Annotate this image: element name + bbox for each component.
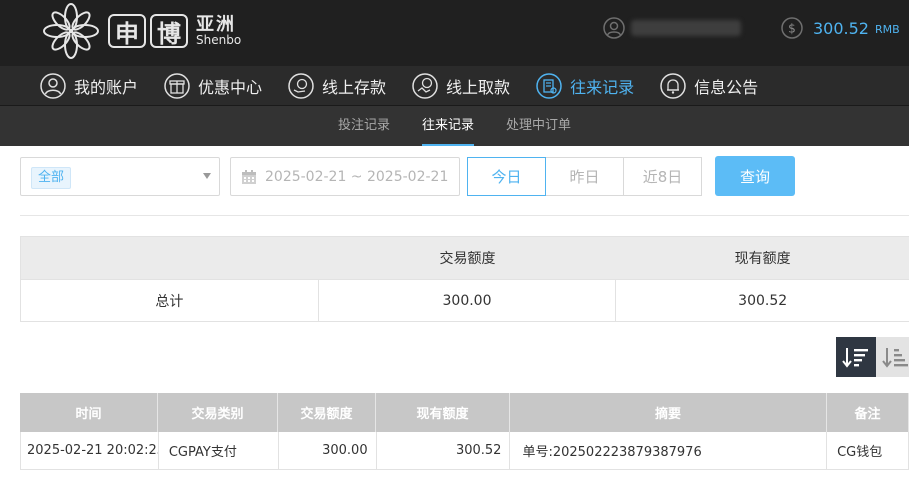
selected-type-tag: 全部 <box>31 167 72 189</box>
column-header-type: 交易类别 <box>158 393 278 432</box>
tab-pending-orders[interactable]: 处理中订单 <box>506 106 571 146</box>
nav-transaction-records[interactable]: 往来记录 <box>536 72 635 99</box>
records-table: 时间 交易类别 交易额度 现有额度 摘要 备注 2025-02-21 20:02… <box>20 393 909 470</box>
dollar-icon: $ <box>781 17 803 39</box>
cell-remark: CG钱包 <box>827 432 909 469</box>
column-header-balance: 现有额度 <box>376 393 510 432</box>
nav-label: 我的账户 <box>74 77 139 97</box>
summary-transaction-amount: 300.00 <box>319 280 617 321</box>
summary-header-row: 交易额度 现有额度 <box>21 237 909 279</box>
column-header-time: 时间 <box>20 393 158 432</box>
logo-char-2: 博 <box>150 14 188 48</box>
column-header-summary: 摘要 <box>510 393 827 432</box>
logo-cn-text: 亚洲 <box>196 13 236 35</box>
sort-descending-icon <box>842 348 868 368</box>
chevron-down-icon <box>203 173 211 179</box>
sort-ascending-icon <box>882 348 908 368</box>
summary-current-balance: 300.52 <box>738 292 788 309</box>
transaction-type-select[interactable]: 全部 <box>20 157 220 196</box>
nav-announcements[interactable]: 信息公告 <box>660 72 759 99</box>
cell-amount: 300.00 <box>279 432 377 469</box>
records-header-row: 时间 交易类别 交易额度 现有额度 摘要 备注 <box>20 393 909 432</box>
main-nav: 我的账户 优惠中心 线上存款 线上取款 往来记录 信息公告 <box>0 66 909 106</box>
table-row: 2025-02-21 20:02:25 CGPAY支付 300.00 300.5… <box>20 432 909 470</box>
date-range-picker[interactable]: 2025-02-21 ~ 2025-02-21 <box>230 157 460 196</box>
nav-label: 线上存款 <box>322 77 387 97</box>
column-header-amount: 交易额度 <box>278 393 376 432</box>
column-header-remark: 备注 <box>827 393 909 432</box>
cell-type: CGPAY支付 <box>159 432 279 469</box>
logo-en-text: Shenbo <box>196 33 242 48</box>
nav-online-withdraw[interactable]: 线上取款 <box>412 72 511 99</box>
deposit-icon <box>288 72 314 99</box>
nav-label: 信息公告 <box>694 77 759 97</box>
summary-header-cell <box>21 237 319 279</box>
calendar-icon <box>242 169 256 184</box>
site-logo[interactable]: 申 博 亚洲 Shenbo <box>40 0 241 62</box>
cell-time: 2025-02-21 20:02:25 <box>21 432 159 469</box>
summary-header-cell: 现有额度 <box>734 251 791 267</box>
records-icon <box>536 72 562 99</box>
date-range-value: 2025-02-21 ~ 2025-02-21 <box>265 168 449 185</box>
summary-total-row: 总计 300.00 300.52 <box>21 279 909 321</box>
quick-date-buttons: 今日 昨日 近8日 <box>467 157 702 196</box>
last-8-days-button[interactable]: 近8日 <box>623 157 702 196</box>
sort-ascending-button[interactable] <box>876 337 909 377</box>
svg-text:$: $ <box>788 22 796 36</box>
balance-value: 300.52 <box>813 18 869 38</box>
nav-label: 优惠中心 <box>198 77 263 97</box>
bell-icon <box>660 72 686 99</box>
tab-bet-records[interactable]: 投注记录 <box>338 106 390 146</box>
nav-online-deposit[interactable]: 线上存款 <box>288 72 387 99</box>
summary-total-label: 总计 <box>21 280 319 321</box>
sub-nav: 投注记录 往来记录 处理中订单 <box>0 106 909 146</box>
balance-unit: RMB <box>874 23 900 36</box>
logo-char-1: 申 <box>108 14 146 48</box>
cell-summary: 单号:202502223879387976 <box>510 432 828 469</box>
query-button[interactable]: 查询 <box>715 156 795 196</box>
today-button[interactable]: 今日 <box>467 157 546 196</box>
gift-icon <box>164 72 190 99</box>
nav-label: 线上取款 <box>446 77 511 97</box>
nav-my-account[interactable]: 我的账户 <box>40 72 139 99</box>
top-header: 申 博 亚洲 Shenbo $ 300.52 RMB <box>0 0 909 66</box>
balance-display: $ 300.52 RMB <box>781 17 900 39</box>
summary-table: 交易额度 现有额度 总计 300.00 300.52 <box>20 236 909 322</box>
nav-label: 往来记录 <box>570 77 635 97</box>
sort-descending-button[interactable] <box>836 337 876 377</box>
user-info[interactable] <box>603 17 741 39</box>
flower-logo-icon <box>43 3 99 59</box>
username-redacted <box>631 20 741 36</box>
withdraw-icon <box>412 72 438 99</box>
user-icon <box>40 72 66 99</box>
user-avatar-icon <box>603 17 625 39</box>
divider <box>20 215 909 216</box>
tab-transaction-records[interactable]: 往来记录 <box>421 106 475 146</box>
nav-promotions[interactable]: 优惠中心 <box>164 72 263 99</box>
cell-balance: 300.52 <box>377 432 511 469</box>
yesterday-button[interactable]: 昨日 <box>545 157 624 196</box>
summary-header-cell: 交易额度 <box>439 251 496 267</box>
